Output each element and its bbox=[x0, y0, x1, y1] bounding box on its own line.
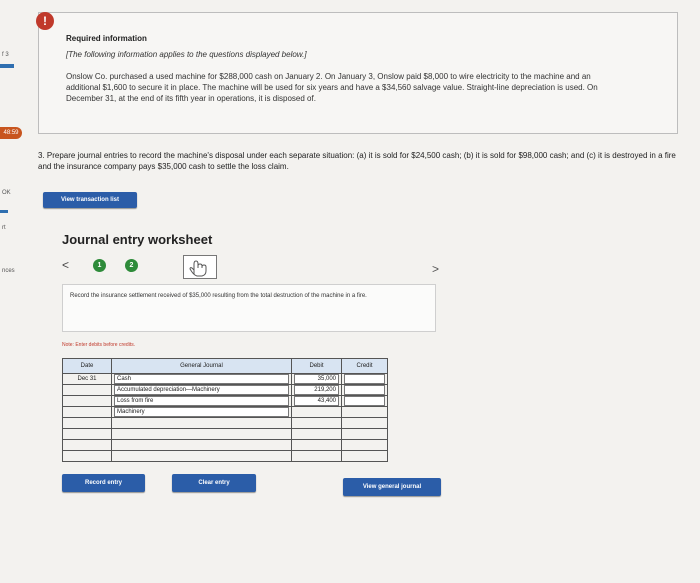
question-text: 3. Prepare journal entries to record the… bbox=[38, 151, 676, 171]
table-row bbox=[62, 450, 388, 462]
credit-cell[interactable] bbox=[341, 428, 388, 440]
table-row: Dec 31 Cash 35,000 bbox=[62, 373, 388, 385]
table-row bbox=[62, 439, 388, 451]
debit-header: Debit bbox=[291, 358, 342, 374]
account-select[interactable]: Accumulated depreciation—Machinery bbox=[114, 385, 289, 395]
table-row bbox=[62, 428, 388, 440]
sidebar-fragment: OK bbox=[2, 190, 11, 196]
credit-input[interactable] bbox=[344, 374, 385, 384]
table-row: Loss from fire 43,400 bbox=[62, 395, 388, 407]
note-text: Note: Enter debits before credits. bbox=[62, 342, 136, 348]
sidebar-fragment: rt bbox=[2, 225, 6, 231]
credit-input[interactable] bbox=[344, 396, 385, 406]
hand-cursor-icon bbox=[189, 260, 207, 277]
credit-header: Credit bbox=[341, 358, 388, 374]
alert-icon: ! bbox=[36, 12, 54, 30]
date-cell[interactable] bbox=[62, 384, 112, 396]
table-row: Accumulated depreciation—Machinery 219,2… bbox=[62, 384, 388, 396]
step-1-button[interactable]: 1 bbox=[93, 259, 106, 272]
table-row: Machinery bbox=[62, 406, 388, 418]
account-cell[interactable] bbox=[111, 417, 292, 429]
date-cell[interactable]: Dec 31 bbox=[62, 373, 112, 385]
credit-cell[interactable] bbox=[341, 417, 388, 429]
credit-input[interactable] bbox=[344, 385, 385, 395]
step-2-button[interactable]: 2 bbox=[125, 259, 138, 272]
account-select[interactable]: Cash bbox=[114, 374, 289, 384]
view-general-journal-button[interactable]: View general journal bbox=[343, 478, 441, 496]
general-journal-header: General Journal bbox=[111, 358, 292, 374]
date-cell[interactable] bbox=[62, 417, 112, 429]
date-cell[interactable] bbox=[62, 406, 112, 418]
clear-entry-button[interactable]: Clear entry bbox=[172, 474, 256, 492]
required-info-text: Onslow Co. purchased a used machine for … bbox=[66, 72, 598, 103]
timer-badge: 48:59 bbox=[0, 127, 22, 139]
date-cell[interactable] bbox=[62, 439, 112, 451]
next-arrow-icon[interactable]: > bbox=[432, 262, 439, 276]
view-transaction-list-button[interactable]: View transaction list bbox=[43, 192, 137, 208]
debit-input[interactable]: 43,400 bbox=[294, 396, 339, 406]
required-info-subtitle: [The following information applies to th… bbox=[66, 50, 307, 59]
debit-cell[interactable] bbox=[291, 439, 342, 451]
account-cell[interactable] bbox=[111, 428, 292, 440]
required-info-title: Required information bbox=[66, 34, 147, 43]
record-entry-button[interactable]: Record entry bbox=[62, 474, 145, 492]
table-row bbox=[62, 417, 388, 429]
instruction-text: Record the insurance settlement received… bbox=[70, 293, 367, 299]
debit-cell[interactable] bbox=[291, 450, 342, 462]
debit-input[interactable]: 219,200 bbox=[294, 385, 339, 395]
debit-cell[interactable] bbox=[291, 406, 342, 418]
account-cell[interactable] bbox=[111, 450, 292, 462]
account-select[interactable]: Machinery bbox=[114, 407, 289, 417]
sidebar-marker bbox=[0, 210, 8, 213]
left-sidebar: f 3 48:59 OK rt nces bbox=[0, 0, 26, 583]
date-cell[interactable] bbox=[62, 428, 112, 440]
sidebar-fragment: f 3 bbox=[2, 52, 9, 58]
prev-arrow-icon[interactable]: < bbox=[62, 258, 69, 272]
credit-cell[interactable] bbox=[341, 439, 388, 451]
credit-cell[interactable] bbox=[341, 406, 388, 418]
debit-cell[interactable] bbox=[291, 428, 342, 440]
worksheet-title: Journal entry worksheet bbox=[62, 232, 213, 247]
sidebar-fragment: nces bbox=[2, 268, 15, 274]
account-cell[interactable] bbox=[111, 439, 292, 451]
step-3-button[interactable] bbox=[183, 255, 217, 279]
account-select[interactable]: Loss from fire bbox=[114, 396, 289, 406]
debit-cell[interactable] bbox=[291, 417, 342, 429]
date-header: Date bbox=[62, 358, 112, 374]
sidebar-progress-bar bbox=[0, 64, 14, 68]
credit-cell[interactable] bbox=[341, 450, 388, 462]
journal-table: Date General Journal Debit Credit Dec 31… bbox=[62, 358, 388, 462]
date-cell[interactable] bbox=[62, 395, 112, 407]
debit-input[interactable]: 35,000 bbox=[294, 374, 339, 384]
journal-header-row: Date General Journal Debit Credit bbox=[62, 358, 388, 374]
date-cell[interactable] bbox=[62, 450, 112, 462]
